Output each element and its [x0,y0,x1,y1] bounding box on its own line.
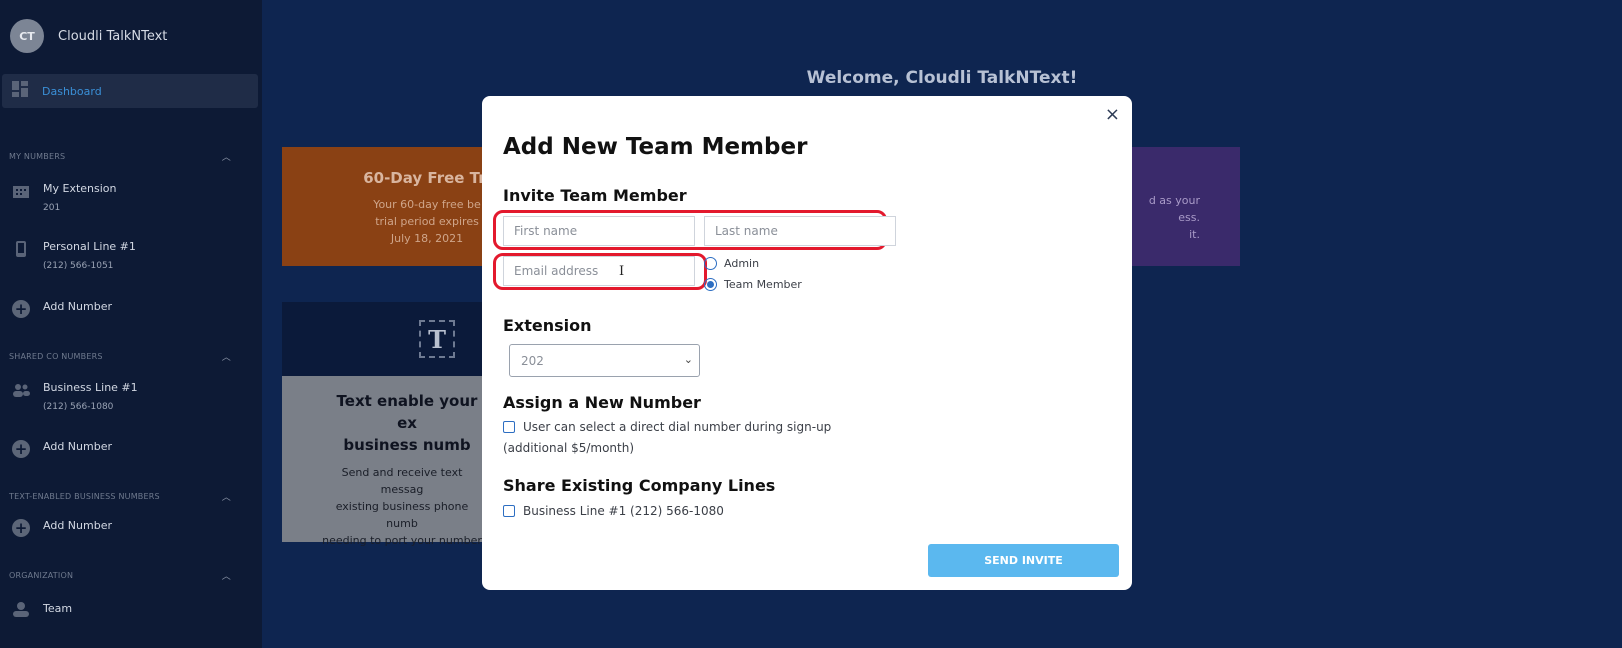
plus-circle-icon: + [12,440,30,458]
promo-card-text: d as your ess. it. [1122,192,1240,243]
add-number-button[interactable]: + Add Number [12,519,112,537]
section-my-numbers[interactable]: MY NUMBERS ︿ [9,150,231,163]
avatar: CT [10,19,44,53]
sidebar-item-personal-line[interactable]: Personal Line #1 (212) 566-1051 [12,240,136,271]
sidebar-item-team[interactable]: Team [12,600,72,618]
section-my-numbers-label: MY NUMBERS [9,152,66,161]
sidebar-item-label: Personal Line #1 [43,240,136,253]
plus-circle-icon: + [12,300,30,318]
assign-heading: Assign a New Number [503,393,701,412]
chevron-up-icon[interactable]: ︿ [222,350,231,363]
section-shared[interactable]: SHARED CO NUMBERS ︿ [9,350,231,363]
sidebar-item-my-extension[interactable]: My Extension 201 [12,182,117,213]
role-team-member-radio[interactable]: Team Member [704,278,802,291]
sidebar: CT Cloudli TalkNText Dashboard MY NUMBER… [0,0,262,648]
section-text-enabled[interactable]: TEXT-ENABLED BUSINESS NUMBERS ︿ [9,490,231,503]
promo-card-link[interactable]: it. [1122,226,1200,243]
role-admin-radio[interactable]: Admin [704,257,759,270]
text-enable-card-header: T [282,302,482,376]
dashboard-icon [12,81,28,101]
extension-heading: Extension [503,316,592,335]
section-text-enabled-label: TEXT-ENABLED BUSINESS NUMBERS [9,492,160,501]
title-line: Text enable your ex [336,392,478,432]
sidebar-item-label: My Extension [43,182,117,195]
chevron-down-icon: ⌄ [683,353,693,366]
checkbox-icon [503,505,515,517]
text-cursor-icon: I [619,264,625,279]
user-icon [12,600,30,618]
nav-dashboard-label: Dashboard [42,84,102,98]
welcome-heading: Welcome, Cloudli TalkNText! [806,68,1078,88]
desc-line: Send and receive text messag [341,466,463,496]
share-heading: Share Existing Company Lines [503,476,776,495]
chevron-up-icon[interactable]: ︿ [222,490,231,503]
extension-value: 202 [521,353,544,368]
extension-select[interactable]: 202 ⌄ [509,344,700,377]
mobile-phone-icon [12,240,30,258]
role-team-member-label: Team Member [724,278,802,291]
add-number-label: Add Number [43,519,112,532]
share-business-line-label: Business Line #1 (212) 566-1080 [523,504,724,518]
role-admin-label: Admin [724,257,760,270]
last-name-input[interactable] [704,216,896,246]
plus-circle-icon: + [12,519,30,537]
direct-dial-label: User can select a direct dial number dur… [523,420,832,434]
promo-card-line: ess. [1178,211,1200,224]
user-name: Cloudli TalkNText [58,28,168,44]
sidebar-item-business-line[interactable]: Business Line #1 (212) 566-1080 [12,381,138,412]
desc-line: needing to port your number [322,534,482,547]
promo-card-line: d as your [1148,194,1200,207]
radio-unchecked-icon [704,257,717,270]
sidebar-item-sub: (212) 566-1051 [43,261,114,271]
add-number-label: Add Number [43,300,112,313]
chevron-up-icon[interactable]: ︿ [222,150,231,163]
section-organization[interactable]: ORGANIZATION ︿ [9,569,231,582]
close-icon[interactable]: × [1105,106,1120,124]
nav-dashboard[interactable]: Dashboard [2,74,258,108]
send-invite-button[interactable]: SEND INVITE [928,544,1119,577]
title-line: business numb [343,436,471,454]
add-number-label: Add Number [43,440,112,453]
email-input[interactable] [503,256,695,286]
text-enable-card-title: Text enable your ex business numb [282,390,482,456]
first-name-input[interactable] [503,216,695,246]
user-profile[interactable]: CT Cloudli TalkNText [10,19,167,53]
text-enable-card-body: Text enable your ex business numb Send a… [282,376,482,547]
sidebar-item-sub: 201 [43,203,61,213]
sidebar-item-sub: (212) 566-1080 [43,402,114,412]
users-icon [12,381,30,399]
section-organization-label: ORGANIZATION [9,571,74,580]
radio-checked-icon [704,278,717,291]
promo-card: d as your ess. it. [1122,147,1240,266]
add-number-button[interactable]: + Add Number [12,440,112,458]
invite-heading: Invite Team Member [503,186,687,205]
share-business-line-checkbox[interactable]: Business Line #1 (212) 566-1080 [503,504,724,518]
text-enable-card: T Text enable your ex business numb Send… [282,302,482,547]
sidebar-item-label: Team [43,602,73,615]
chevron-up-icon[interactable]: ︿ [222,569,231,582]
add-number-button[interactable]: + Add Number [12,300,112,318]
desc-line: existing business phone numb [335,500,469,530]
modal-title: Add New Team Member [503,134,808,160]
direct-dial-cost: (additional $5/month) [503,441,635,455]
building-icon [12,182,30,200]
sidebar-item-label: Business Line #1 [43,381,138,394]
section-shared-label: SHARED CO NUMBERS [9,352,103,361]
add-team-member-modal: × Add New Team Member Invite Team Member… [482,96,1132,590]
direct-dial-checkbox[interactable]: User can select a direct dial number dur… [503,420,831,434]
text-t-icon: T [419,320,455,358]
checkbox-icon [503,421,515,433]
text-enable-card-desc: Send and receive text messag existing bu… [282,464,482,549]
